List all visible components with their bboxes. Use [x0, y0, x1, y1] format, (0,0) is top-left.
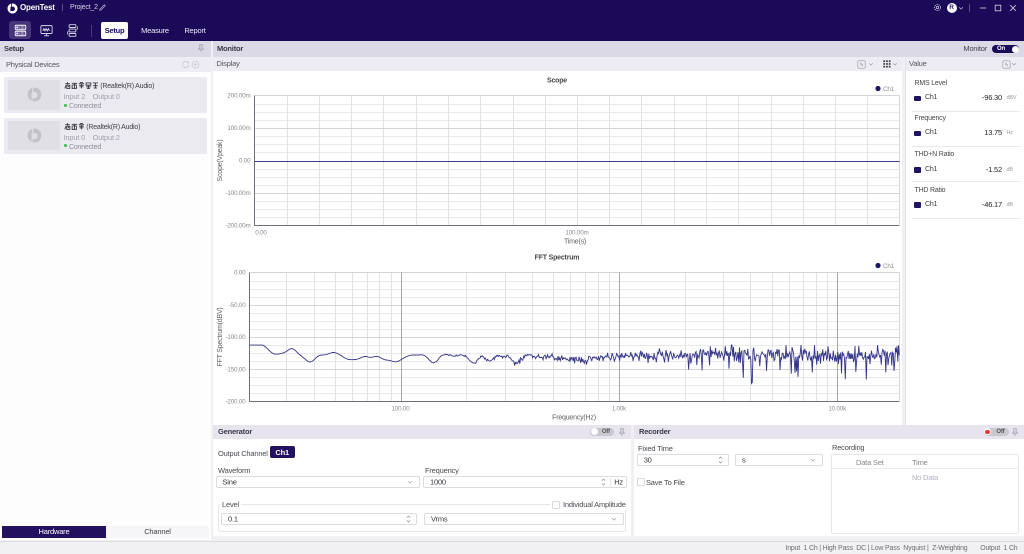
svg-text:100.00m: 100.00m	[227, 125, 250, 132]
svg-text:10.00k: 10.00k	[828, 406, 847, 413]
svg-text:FFT Spectrum: FFT Spectrum	[535, 255, 580, 262]
svg-text:-50.00: -50.00	[229, 302, 246, 309]
svg-text:Scope(Vpeak): Scope(Vpeak)	[217, 140, 224, 182]
svg-text:0.00: 0.00	[255, 230, 267, 237]
svg-text:-100.00m: -100.00m	[225, 190, 250, 197]
svg-text:100.00: 100.00	[391, 406, 410, 413]
svg-text:-200.00m: -200.00m	[225, 223, 250, 230]
svg-text:Ch1: Ch1	[883, 263, 895, 270]
svg-text:200.00m: 200.00m	[227, 93, 250, 100]
svg-text:-200.00: -200.00	[226, 399, 247, 406]
svg-text:-100.00: -100.00	[226, 334, 247, 341]
svg-text:100.00m: 100.00m	[565, 230, 588, 237]
svg-text:Time(s): Time(s)	[564, 239, 586, 246]
svg-text:Frequency(Hz): Frequency(Hz)	[552, 415, 596, 422]
svg-text:0.00: 0.00	[239, 158, 251, 165]
svg-text:0.00: 0.00	[234, 270, 246, 277]
svg-text:Ch1: Ch1	[883, 86, 895, 93]
svg-text:Scope: Scope	[547, 78, 567, 85]
svg-text:-150.00: -150.00	[226, 366, 247, 373]
svg-text:1.00k: 1.00k	[612, 406, 627, 413]
svg-text:FFT Spectrum(dBV): FFT Spectrum(dBV)	[217, 307, 224, 366]
